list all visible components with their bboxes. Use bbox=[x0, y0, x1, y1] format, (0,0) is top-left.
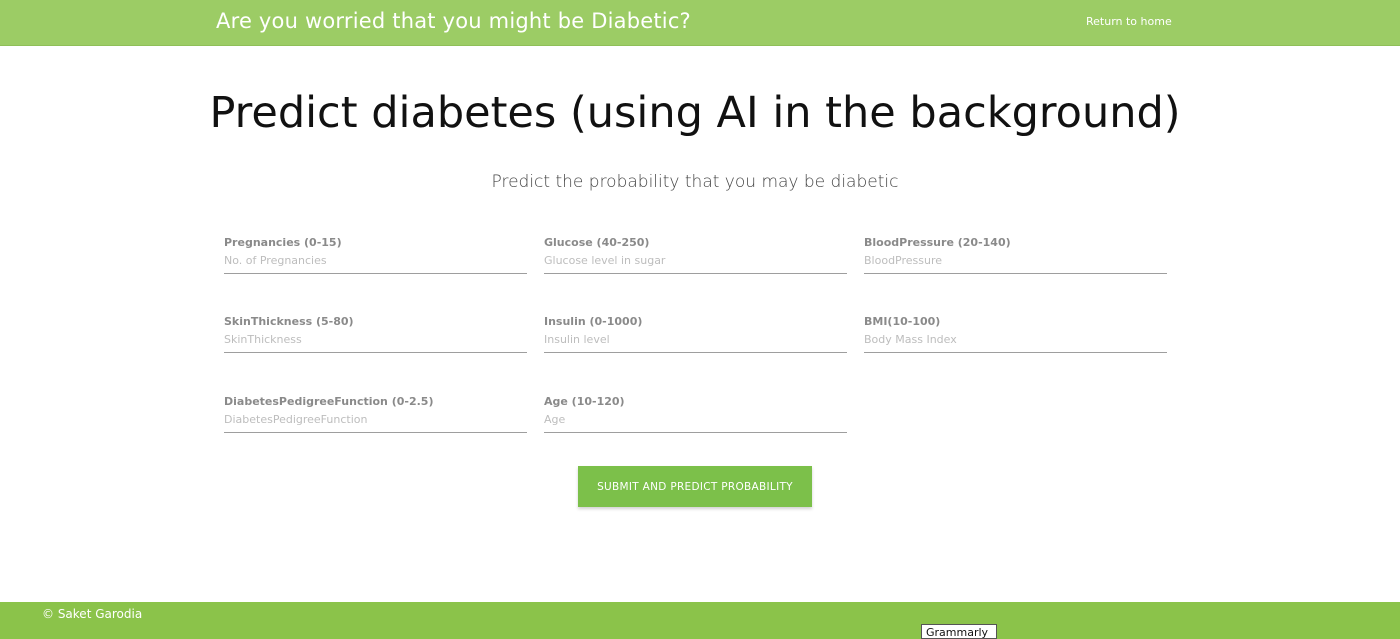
bmi-input[interactable] bbox=[864, 327, 1167, 353]
age-field: Age (10-120) bbox=[544, 395, 847, 437]
submit-predict-button[interactable]: SUBMIT AND PREDICT PROBABILITY bbox=[578, 466, 812, 507]
page-title: Predict diabetes (using AI in the backgr… bbox=[209, 88, 1181, 138]
insulin-field: Insulin (0-1000) bbox=[544, 315, 847, 357]
navbar-brand[interactable]: Are you worried that you might be Diabet… bbox=[216, 9, 691, 33]
top-navbar: Are you worried that you might be Diabet… bbox=[0, 0, 1400, 46]
pregnancies-field: Pregnancies (0-15) bbox=[224, 236, 527, 278]
pregnancies-input[interactable] bbox=[224, 248, 527, 274]
grammarly-tooltip[interactable]: Grammarly bbox=[921, 624, 997, 639]
skin-thickness-field: SkinThickness (5-80) bbox=[224, 315, 527, 357]
glucose-input[interactable] bbox=[544, 248, 847, 274]
age-input[interactable] bbox=[544, 407, 847, 433]
footer-copyright: © Saket Garodia bbox=[42, 607, 143, 621]
page-subtitle: Predict the probability that you may be … bbox=[491, 172, 899, 192]
skin-thickness-input[interactable] bbox=[224, 327, 527, 353]
return-home-link[interactable]: Return to home bbox=[1086, 15, 1172, 28]
pedigree-function-input[interactable] bbox=[224, 407, 527, 433]
blood-pressure-input[interactable] bbox=[864, 248, 1167, 274]
glucose-field: Glucose (40-250) bbox=[544, 236, 847, 278]
page-footer: © Saket Garodia bbox=[0, 602, 1400, 639]
pedigree-function-field: DiabetesPedigreeFunction (0-2.5) bbox=[224, 395, 527, 437]
blood-pressure-field: BloodPressure (20-140) bbox=[864, 236, 1167, 278]
bmi-field: BMI(10-100) bbox=[864, 315, 1167, 357]
insulin-input[interactable] bbox=[544, 327, 847, 353]
